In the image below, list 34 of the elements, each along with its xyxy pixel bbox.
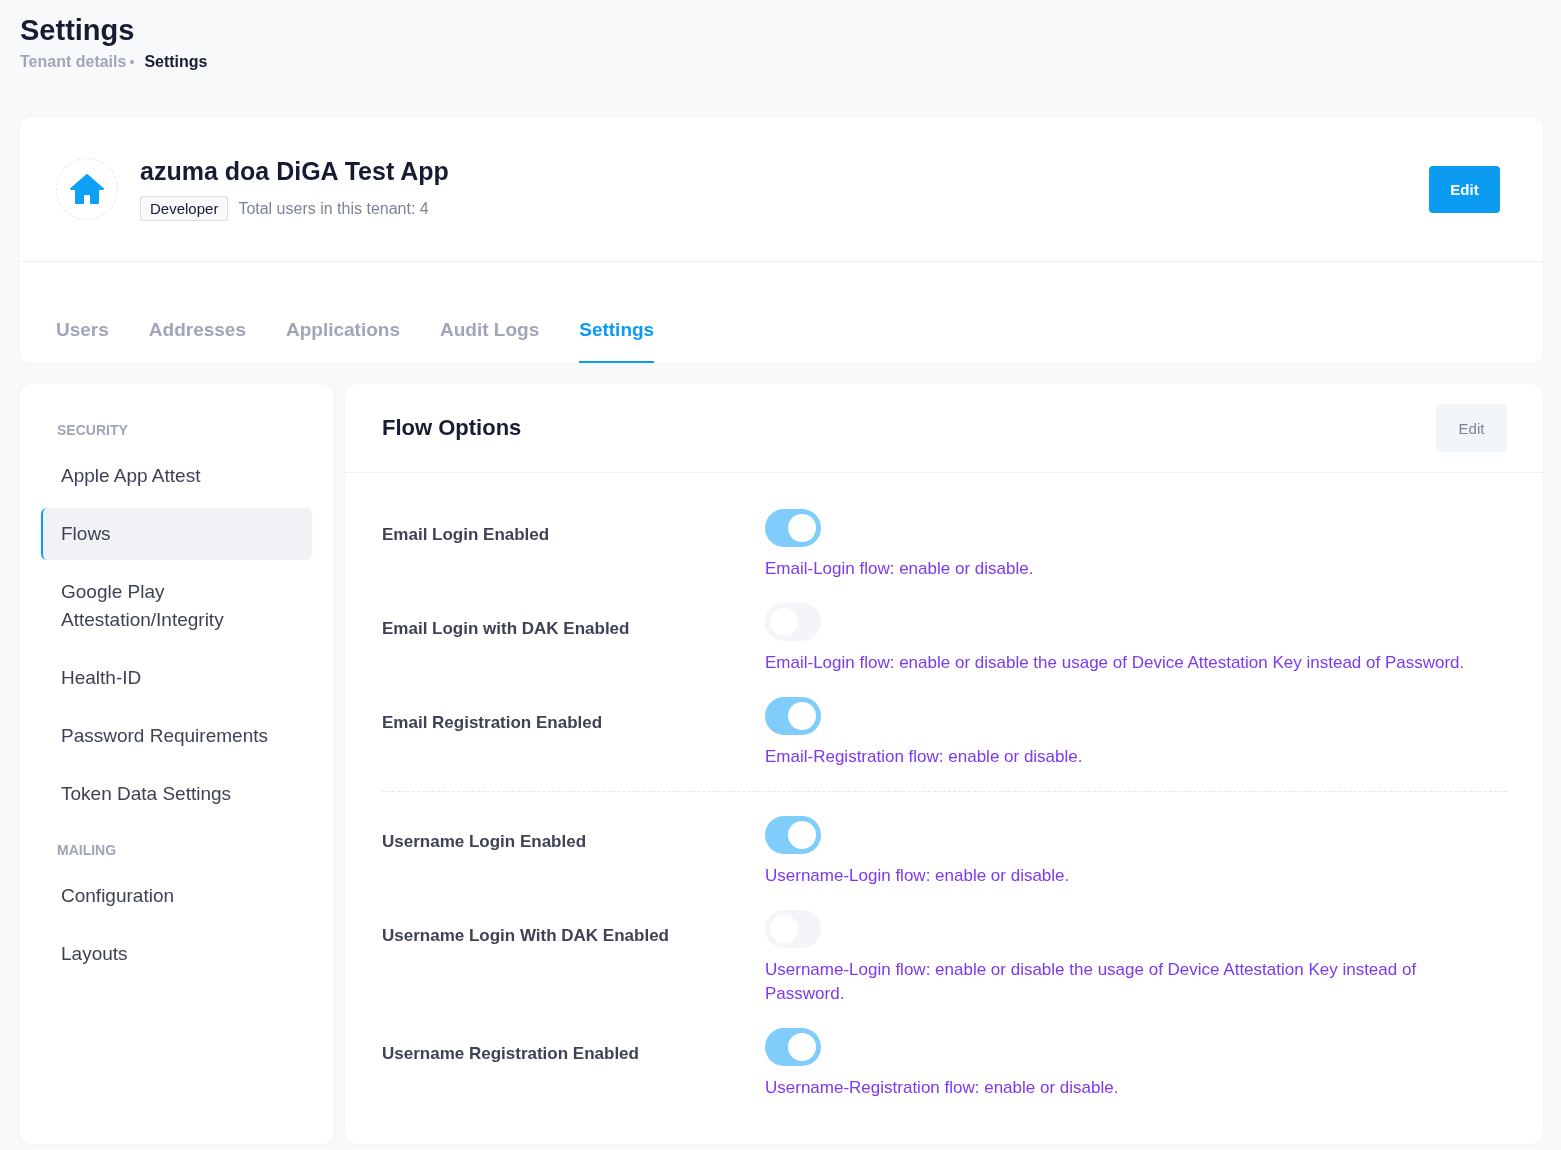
sidebar-item[interactable]: Apple App Attest: [41, 450, 312, 502]
sidebar-item[interactable]: Health-ID: [41, 652, 312, 704]
user-count: Total users in this tenant: 4: [238, 199, 429, 218]
sidebar-item[interactable]: Token Data Settings: [41, 768, 312, 820]
option-label: Email Login Enabled: [382, 524, 551, 546]
option-description: Email-Login flow: enable or disable.: [765, 558, 1035, 580]
option-description: Email-Registration flow: enable or disable.: [765, 746, 1084, 768]
breadcrumb-separator-icon: [130, 60, 135, 64]
section-heading: SECURITY: [56, 422, 129, 438]
toggle-switch[interactable]: [765, 697, 821, 735]
sidebar-item[interactable]: Flows: [41, 508, 312, 560]
toggle-switch[interactable]: [765, 816, 821, 854]
section-heading: MAILING: [56, 842, 118, 858]
option-description: Email-Login flow: enable or disable the usage of Device Attestation Key instead of Password.: [765, 652, 1466, 674]
option-label: Username Login Enabled: [382, 831, 588, 853]
toggle-switch[interactable]: [765, 1028, 821, 1066]
tenant-name: azuma doa DiGA Test App: [140, 157, 450, 186]
sidebar-item[interactable]: Google Play Attestation/Integrity: [41, 566, 312, 646]
option-label: Email Registration Enabled: [382, 712, 604, 734]
sidebar-item[interactable]: Layouts: [41, 928, 312, 980]
sidebar-item[interactable]: Configuration: [41, 870, 312, 922]
panel-title: Flow Options: [382, 415, 522, 441]
toggle-switch[interactable]: [765, 509, 821, 547]
option-label: Username Login With DAK Enabled: [382, 925, 670, 947]
page-title: Settings: [20, 14, 136, 47]
house-icon: [69, 173, 105, 205]
option-label: Email Login with DAK Enabled: [382, 618, 631, 640]
option-label: Username Registration Enabled: [382, 1043, 640, 1065]
sidebar-item[interactable]: Password Requirements: [41, 710, 312, 762]
option-description: Username-Login flow: enable or disable.: [765, 865, 1071, 887]
option-description: Username-Registration flow: enable or disable.: [765, 1077, 1120, 1099]
breadcrumb-item: Settings: [144, 53, 208, 71]
option-description: Username-Login flow: enable or disable the usage of Device Attestation Key instead of Password.: [765, 959, 1418, 1005]
role-badge: Developer: [140, 196, 229, 221]
